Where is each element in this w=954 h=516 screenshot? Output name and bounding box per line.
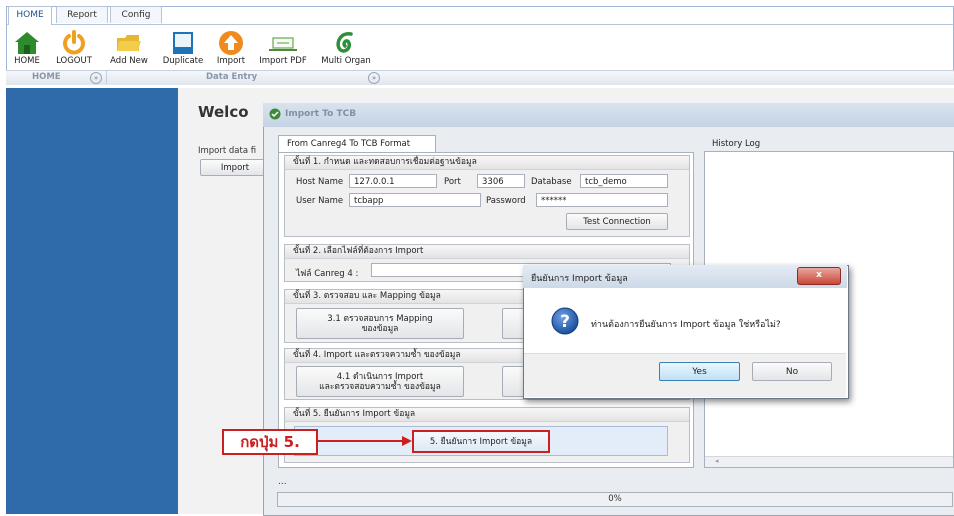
collapse-icon[interactable]: » <box>368 72 380 84</box>
import-pdf-tool-button[interactable]: Import PDF <box>256 30 310 66</box>
home-tool-button[interactable]: HOME <box>10 30 44 66</box>
user-name-input[interactable]: tcbapp <box>349 193 481 207</box>
database-input[interactable]: tcb_demo <box>580 174 668 188</box>
scroll-left-icon[interactable]: ◂ <box>715 457 719 465</box>
power-icon <box>54 30 94 56</box>
main-import-button[interactable]: Import <box>200 159 270 176</box>
group-divider <box>106 71 107 84</box>
step4-import-button[interactable]: 4.1 ดำเนินการ Import และตรวจสอบความซ้ำ ข… <box>296 366 464 397</box>
confirm-dialog-titlebar: ยืนยันการ Import ข้อมูล x <box>523 265 847 288</box>
database-label: Database <box>531 177 572 187</box>
password-input[interactable]: ****** <box>536 193 668 207</box>
multi-organ-tool-button[interactable]: Multi Organ <box>318 30 374 66</box>
import-dialog-titlebar: Import To TCB <box>263 103 954 127</box>
annotation-label: กดปุ่ม 5. <box>222 429 318 455</box>
collapse-icon[interactable]: » <box>90 72 102 84</box>
add-new-tool-button[interactable]: Add New <box>106 30 152 66</box>
group-label-data-entry: Data Entry <box>206 72 258 82</box>
tab-report[interactable]: Report <box>56 6 108 23</box>
ribbon-group-bar: HOME » Data Entry » <box>6 70 954 85</box>
duplicate-icon <box>160 30 206 56</box>
user-name-label: User Name <box>296 196 344 206</box>
confirm-dialog-title: ยืนยันการ Import ข้อมูล <box>531 274 628 284</box>
ribbon-tab-divider <box>6 24 954 25</box>
home-icon <box>10 30 44 56</box>
welcome-heading: Welco <box>198 103 249 121</box>
import-data-label: Import data fi <box>198 146 257 156</box>
password-label: Password <box>486 196 526 206</box>
yes-button[interactable]: Yes <box>659 362 740 381</box>
progress-bar: 0% <box>277 492 953 507</box>
tab-from-canreg4[interactable]: From Canreg4 To TCB Format <box>278 135 436 153</box>
import-dialog-icon <box>269 108 281 123</box>
test-connection-button[interactable]: Test Connection <box>566 213 668 230</box>
import-tool-button[interactable]: Import <box>212 30 250 66</box>
duplicate-tool-button[interactable]: Duplicate <box>160 30 206 66</box>
confirm-dialog-message: ท่านต้องการยืนยันการ Import ข้อมูล ใช่หร… <box>591 320 781 330</box>
svg-text:?: ? <box>560 312 570 332</box>
history-log-label: History Log <box>712 139 761 149</box>
history-scrollbar[interactable]: ◂ <box>705 456 953 467</box>
step2-header: ขั้นที่ 2. เลือกไฟล์ที่ต้องการ Import <box>285 245 689 259</box>
step3-mapping-button[interactable]: 3.1 ตรวจสอบการ Mapping ของข้อมูล <box>296 308 464 339</box>
host-name-label: Host Name <box>296 177 344 187</box>
upload-icon <box>212 30 250 56</box>
confirm-import-button[interactable]: 5. ยืนยันการ Import ข้อมูล <box>412 430 550 453</box>
tab-home[interactable]: HOME <box>8 6 52 25</box>
question-icon: ? <box>551 307 579 335</box>
canreg-file-label: ไฟล์ Canreg 4 : <box>296 269 359 279</box>
import-dialog-title: Import To TCB <box>285 109 357 119</box>
step1-header: ขั้นที่ 1. กำหนด และทดสอบการเชื่อมต่อฐาน… <box>285 156 689 170</box>
close-icon[interactable]: x <box>797 267 841 285</box>
status-text: ... <box>278 477 287 487</box>
port-input[interactable]: 3306 <box>477 174 525 188</box>
multi-organ-icon <box>318 30 374 56</box>
port-label: Port <box>444 177 461 187</box>
annotation-arrow-icon <box>318 436 412 446</box>
host-name-input[interactable]: 127.0.0.1 <box>349 174 437 188</box>
import-pdf-icon <box>256 30 310 56</box>
step5-header: ขั้นที่ 5. ยืนยันการ Import ข้อมูล <box>285 408 689 422</box>
add-new-icon <box>106 30 152 56</box>
no-button[interactable]: No <box>752 362 832 381</box>
group-label-home: HOME <box>32 72 61 82</box>
tab-config[interactable]: Config <box>110 6 162 23</box>
progress-label: 0% <box>608 494 622 504</box>
left-sidebar-panel <box>6 88 178 514</box>
logout-tool-button[interactable]: LOGOUT <box>54 30 94 66</box>
